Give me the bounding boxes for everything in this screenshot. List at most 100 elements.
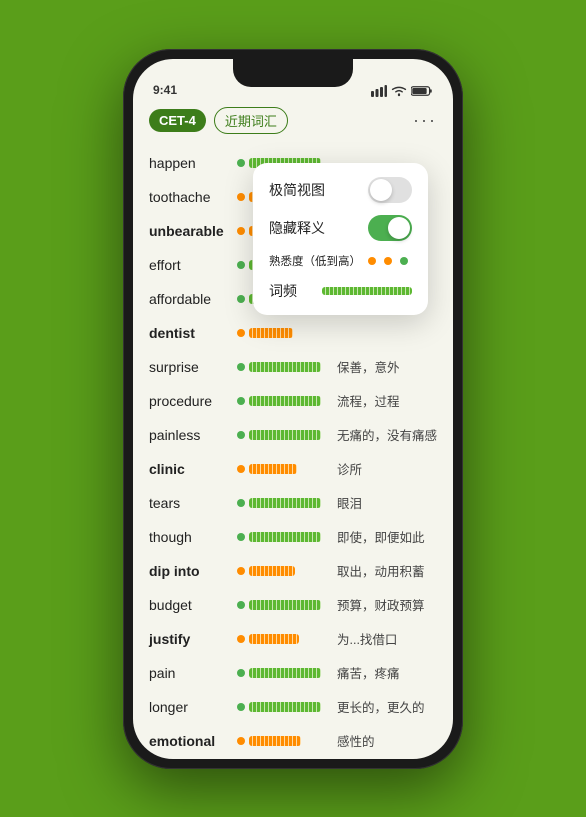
hide-meaning-toggle[interactable]: [368, 215, 412, 241]
familiarity-dots: [368, 257, 412, 265]
word-row[interactable]: budget 预算，财政预算: [149, 588, 437, 622]
word-row[interactable]: dip into 取出，动用积蓄: [149, 554, 437, 588]
word-row[interactable]: tears 眼泪: [149, 486, 437, 520]
bar-area: [249, 633, 329, 645]
translation: 预算，财政预算: [337, 595, 437, 614]
dot: [237, 261, 245, 269]
bar-area: [249, 599, 329, 611]
bar-stripes: [249, 736, 301, 746]
dot: [237, 397, 245, 405]
dot: [237, 601, 245, 609]
bar-area: [249, 497, 329, 509]
bar-stripes: [249, 702, 321, 712]
recent-tag[interactable]: 近期词汇: [214, 107, 288, 134]
battery-icon: [411, 85, 433, 97]
translation: 诊所: [337, 459, 437, 478]
toggle-knob-2: [388, 217, 410, 239]
bar-stripes: [249, 396, 321, 406]
minimal-view-toggle[interactable]: [368, 177, 412, 203]
word-text: justify: [149, 631, 237, 647]
bar-area: [249, 429, 329, 441]
word-text: emotional: [149, 733, 237, 749]
word-row[interactable]: experience 经验: [149, 758, 437, 759]
bar-area: [249, 361, 329, 373]
translation: 即使，即便如此: [337, 527, 437, 546]
word-row[interactable]: justify 为...找借口: [149, 622, 437, 656]
minimal-view-row: 极简视图: [269, 177, 412, 203]
bar-stripes: [249, 464, 297, 474]
translation: 痛苦，疼痛: [337, 663, 437, 682]
bar-stripes: [249, 362, 321, 372]
fam-dot-3: [400, 257, 408, 265]
word-text: toothache: [149, 189, 237, 205]
dot: [237, 737, 245, 745]
familiarity-row: 熟悉度（低到高）: [269, 253, 412, 269]
word-text: surprise: [149, 359, 237, 375]
frequency-row: 词频: [269, 281, 412, 301]
bar-stripes: [249, 498, 321, 508]
translation: 为...找借口: [337, 629, 437, 648]
dot: [237, 159, 245, 167]
word-row[interactable]: dentist: [149, 316, 437, 350]
notch: [233, 59, 353, 87]
translation: 取出，动用积蓄: [337, 561, 437, 580]
word-row[interactable]: procedure 流程，过程: [149, 384, 437, 418]
dot: [237, 669, 245, 677]
frequency-label: 词频: [269, 281, 297, 301]
word-text: affordable: [149, 291, 237, 307]
dot: [237, 431, 245, 439]
phone-screen: 9:41: [133, 59, 453, 759]
word-text: though: [149, 529, 237, 545]
word-text: tears: [149, 495, 237, 511]
bar-stripes: [249, 668, 321, 678]
wifi-icon: [391, 85, 407, 97]
bar-stripes: [249, 600, 321, 610]
status-icons: [371, 85, 433, 97]
translation: 感性的: [337, 731, 437, 750]
app-header: CET-4 近期词汇 ···: [149, 103, 437, 134]
hide-meaning-row: 隐藏释义: [269, 215, 412, 241]
bar-area: [249, 735, 329, 747]
dot: [237, 329, 245, 337]
bar-stripes: [249, 430, 321, 440]
familiarity-label: 熟悉度（低到高）: [269, 253, 361, 269]
word-text: unbearable: [149, 223, 237, 239]
cet-tag[interactable]: CET-4: [149, 109, 206, 132]
bar-stripes: [249, 532, 321, 542]
word-text: happen: [149, 155, 237, 171]
dot: [237, 465, 245, 473]
dot: [237, 295, 245, 303]
word-text: procedure: [149, 393, 237, 409]
translation: 保善，意外: [337, 357, 437, 376]
word-text: dentist: [149, 325, 237, 341]
bar-area: [249, 463, 329, 475]
word-text: pain: [149, 665, 237, 681]
settings-popup: 极简视图 隐藏释义 熟悉度（低到高）: [253, 163, 428, 315]
word-text: dip into: [149, 563, 237, 579]
dot: [237, 635, 245, 643]
word-row[interactable]: surprise 保善，意外: [149, 350, 437, 384]
word-text: budget: [149, 597, 237, 613]
word-row[interactable]: clinic 诊所: [149, 452, 437, 486]
translation: 更长的，更久的: [337, 697, 437, 716]
word-row[interactable]: longer 更长的，更久的: [149, 690, 437, 724]
translation: 流程，过程: [337, 391, 437, 410]
bar-stripes: [249, 566, 295, 576]
word-row[interactable]: emotional 感性的: [149, 724, 437, 758]
bar-area: [249, 667, 329, 679]
word-text: longer: [149, 699, 237, 715]
word-row[interactable]: pain 痛苦，疼痛: [149, 656, 437, 690]
signal-icon: [371, 85, 387, 97]
dot: [237, 227, 245, 235]
word-row[interactable]: painless 无痛的，没有痛感: [149, 418, 437, 452]
dot: [237, 703, 245, 711]
status-time: 9:41: [153, 83, 177, 97]
word-row[interactable]: though 即使，即便如此: [149, 520, 437, 554]
word-text: clinic: [149, 461, 237, 477]
more-button[interactable]: ···: [413, 110, 437, 131]
bar-area: [249, 327, 329, 339]
bar-area: [249, 531, 329, 543]
phone-frame: 9:41: [123, 49, 463, 769]
bar-stripes: [249, 634, 299, 644]
bar-stripes: [249, 328, 293, 338]
